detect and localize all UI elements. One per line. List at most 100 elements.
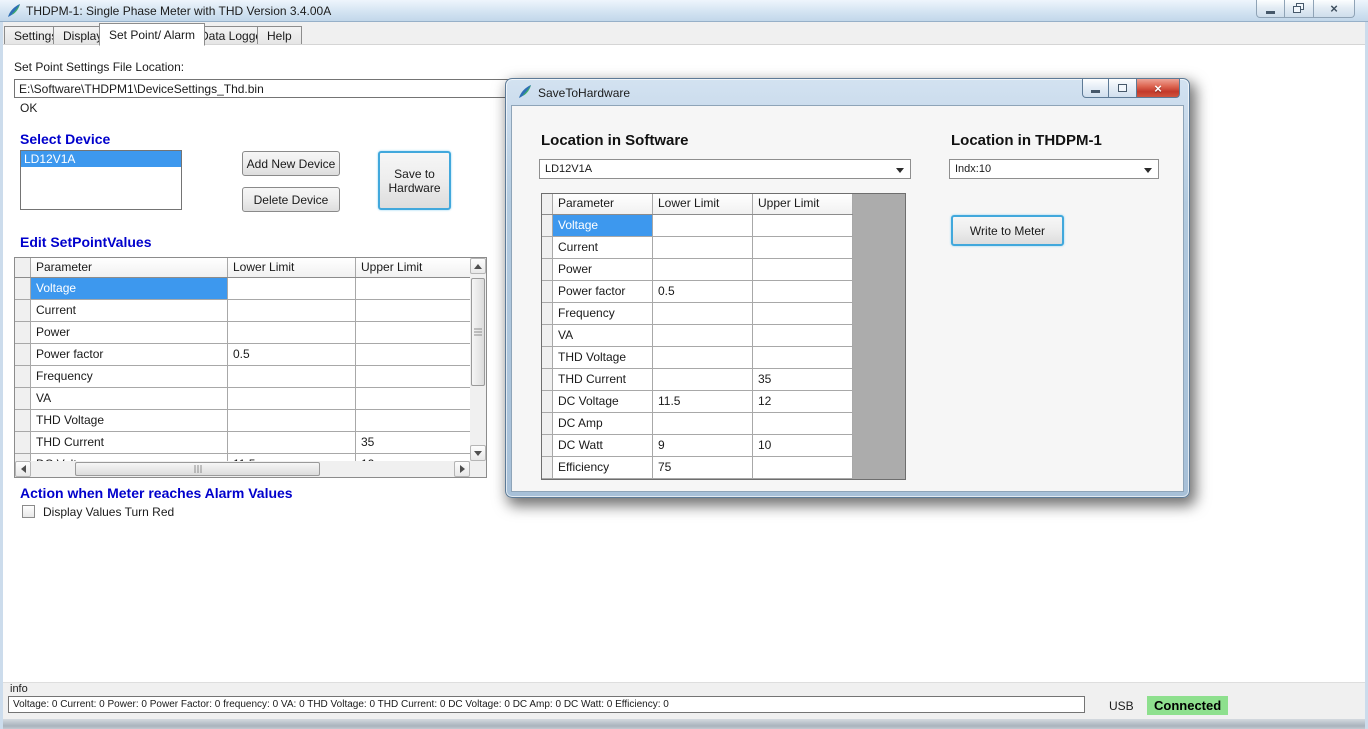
horizontal-scroll-thumb[interactable] [75,462,320,476]
row-header[interactable] [15,410,31,431]
cell-parameter[interactable]: Frequency [31,366,228,387]
cell-upper-limit[interactable] [356,344,470,365]
cell-parameter[interactable]: THD Voltage [31,410,228,431]
cell-upper-limit[interactable] [753,325,853,346]
vertical-scrollbar[interactable] [470,258,486,461]
cell-upper-limit[interactable] [356,366,470,387]
cell-upper-limit[interactable] [753,259,853,280]
row-header[interactable] [15,322,31,343]
cell-lower-limit[interactable] [228,432,356,453]
column-header-upper-limit[interactable]: Upper Limit [753,194,853,214]
scroll-down-icon[interactable] [470,445,486,461]
cell-lower-limit[interactable] [653,347,753,368]
device-list-item[interactable]: LD12V1A [21,151,181,167]
cell-parameter[interactable]: Current [31,300,228,321]
cell-lower-limit[interactable] [653,369,753,390]
row-header[interactable] [15,344,31,365]
device-listbox[interactable]: LD12V1A [20,150,182,210]
cell-lower-limit[interactable] [228,410,356,431]
cell-parameter[interactable]: Current [553,237,653,258]
cell-upper-limit[interactable] [753,215,853,236]
cell-lower-limit[interactable]: 0.5 [228,344,356,365]
cell-upper-limit[interactable]: 10 [753,435,853,456]
row-header[interactable] [542,259,553,280]
software-location-combobox[interactable]: LD12V1A [539,159,911,179]
cell-lower-limit[interactable]: 9 [653,435,753,456]
display-red-checkbox-label[interactable]: Display Values Turn Red [43,505,174,519]
cell-lower-limit[interactable] [653,237,753,258]
thdpm-location-combobox[interactable]: Indx:10 [949,159,1159,179]
cell-upper-limit[interactable] [753,281,853,302]
cell-lower-limit[interactable] [653,413,753,434]
row-header[interactable] [542,303,553,324]
cell-upper-limit[interactable] [753,303,853,324]
minimize-icon[interactable] [1082,79,1109,98]
cell-lower-limit[interactable] [653,325,753,346]
cell-upper-limit[interactable] [356,410,470,431]
cell-parameter[interactable]: Power [553,259,653,280]
write-to-meter-button[interactable]: Write to Meter [951,215,1064,246]
tab-help[interactable]: Help [257,26,302,45]
column-header-parameter[interactable]: Parameter [31,258,228,277]
add-new-device-button[interactable]: Add New Device [242,151,340,176]
cell-upper-limit[interactable]: 12 [753,391,853,412]
cell-parameter[interactable]: DC Watt [553,435,653,456]
cell-lower-limit[interactable] [228,300,356,321]
vertical-scroll-thumb[interactable] [471,278,485,386]
cell-upper-limit[interactable] [356,300,470,321]
close-icon[interactable]: × [1314,0,1355,18]
column-header-lower-limit[interactable]: Lower Limit [653,194,753,214]
row-header[interactable] [542,391,553,412]
minimize-icon[interactable] [1256,0,1285,18]
cell-parameter[interactable]: Power factor [553,281,653,302]
save-to-hardware-button[interactable]: Save to Hardware [378,151,451,210]
column-header-upper-limit[interactable]: Upper Limit [356,258,470,277]
cell-parameter[interactable]: Efficiency [553,457,653,478]
restore-icon[interactable] [1285,0,1314,18]
row-header[interactable] [542,281,553,302]
cell-parameter[interactable]: VA [31,388,228,409]
cell-lower-limit[interactable] [228,322,356,343]
close-icon[interactable]: × [1137,79,1180,98]
cell-lower-limit[interactable]: 0.5 [653,281,753,302]
tab-set-point-alarm[interactable]: Set Point/ Alarm [99,23,205,46]
cell-lower-limit[interactable]: 75 [653,457,753,478]
cell-lower-limit[interactable] [228,366,356,387]
horizontal-scrollbar[interactable] [15,461,470,477]
cell-upper-limit[interactable] [356,322,470,343]
cell-lower-limit[interactable] [653,259,753,280]
scroll-up-icon[interactable] [470,258,486,274]
cell-parameter[interactable]: Power [31,322,228,343]
cell-upper-limit[interactable] [753,347,853,368]
column-header-lower-limit[interactable]: Lower Limit [228,258,356,277]
title-bar[interactable]: THDPM-1: Single Phase Meter with THD Ver… [0,0,1368,22]
cell-lower-limit[interactable] [653,303,753,324]
info-readout-input[interactable] [8,696,1085,713]
cell-upper-limit[interactable] [753,237,853,258]
row-header[interactable] [542,413,553,434]
cell-parameter[interactable]: THD Current [31,432,228,453]
row-header[interactable] [542,369,553,390]
row-header[interactable] [542,237,553,258]
cell-parameter[interactable]: Voltage [31,278,228,299]
cell-lower-limit[interactable] [228,278,356,299]
cell-lower-limit[interactable] [228,388,356,409]
row-header[interactable] [542,347,553,368]
cell-upper-limit[interactable] [356,388,470,409]
cell-upper-limit[interactable] [356,278,470,299]
cell-parameter[interactable]: THD Voltage [553,347,653,368]
cell-parameter[interactable]: DC Voltage [553,391,653,412]
row-header[interactable] [542,457,553,478]
row-header[interactable] [15,432,31,453]
cell-upper-limit[interactable] [753,457,853,478]
row-header[interactable] [15,388,31,409]
row-header[interactable] [542,325,553,346]
row-header[interactable] [542,215,553,236]
cell-parameter[interactable]: VA [553,325,653,346]
cell-lower-limit[interactable] [653,215,753,236]
scroll-left-icon[interactable] [15,461,31,477]
cell-upper-limit[interactable]: 35 [356,432,470,453]
cell-parameter[interactable]: Power factor [31,344,228,365]
row-header[interactable] [542,435,553,456]
cell-parameter[interactable]: Voltage [553,215,653,236]
